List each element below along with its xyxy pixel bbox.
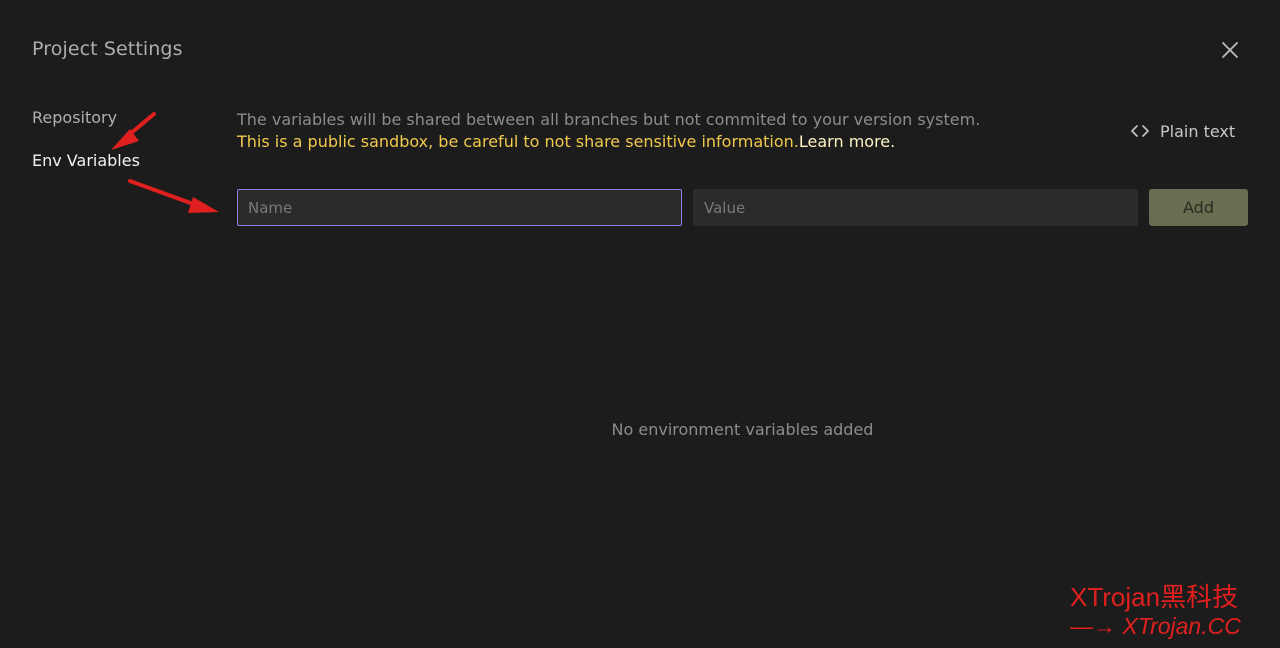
watermark: XTrojan黑科技 —→ XTrojan.CC (1070, 582, 1241, 640)
variable-value-input[interactable] (693, 189, 1138, 226)
settings-sidebar: Repository Env Variables (32, 108, 140, 194)
plain-text-toggle[interactable]: Plain text (1130, 120, 1235, 142)
watermark-url: —→ XTrojan.CC (1070, 613, 1241, 639)
watermark-brand: XTrojan黑科技 (1070, 582, 1239, 612)
empty-state-message: No environment variables added (611, 420, 874, 439)
shared-variables-note: The variables will be shared between all… (237, 110, 981, 129)
close-button[interactable] (1218, 38, 1242, 62)
warning-text: This is a public sandbox, be careful to … (237, 132, 799, 151)
close-icon (1222, 42, 1238, 58)
sidebar-item-repository[interactable]: Repository (32, 108, 140, 130)
code-icon (1131, 125, 1149, 137)
sidebar-item-env-variables[interactable]: Env Variables (32, 151, 140, 173)
variable-name-input[interactable] (237, 189, 682, 226)
public-sandbox-warning: This is a public sandbox, be careful to … (237, 132, 980, 151)
plain-text-label: Plain text (1160, 121, 1236, 141)
modal-title: Project Settings (32, 38, 183, 60)
annotation-arrows (111, 112, 219, 213)
add-variable-button[interactable]: Add (1149, 189, 1248, 226)
learn-more-link[interactable]: Learn more. (799, 132, 895, 151)
arrow-to-name-input (128, 179, 219, 213)
env-description: The variables will be shared between all… (237, 110, 980, 151)
